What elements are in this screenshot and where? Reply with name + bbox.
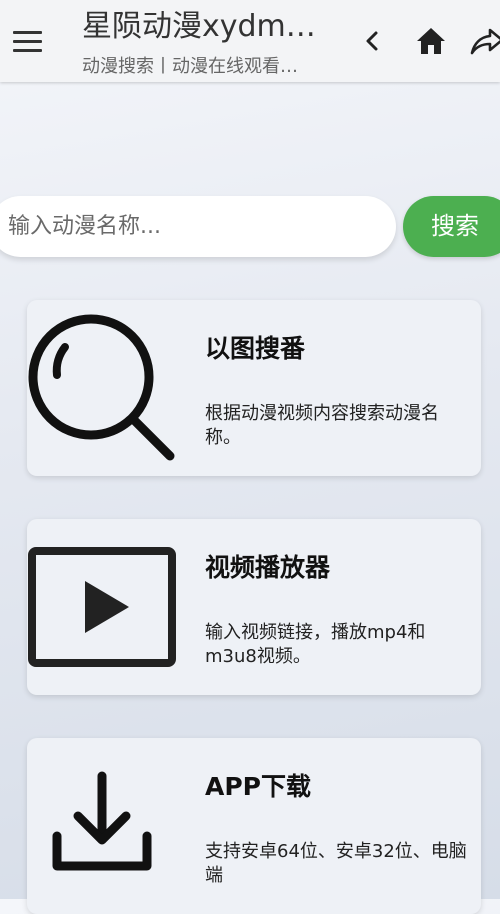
back-icon[interactable] [354, 24, 390, 58]
home-icon[interactable] [413, 24, 449, 58]
search-button[interactable]: 搜索 [403, 196, 500, 257]
card-title: 视频播放器 [205, 553, 331, 582]
page-title: 星陨动漫xydm… [82, 9, 316, 44]
card-title: APP下载 [205, 772, 311, 801]
card-app-download[interactable]: APP下载 支持安卓64位、安卓32位、电脑端 [27, 738, 481, 914]
menu-icon[interactable] [13, 28, 43, 54]
download-icon [27, 738, 177, 914]
card-video-player[interactable]: 视频播放器 输入视频链接，播放mp4和m3u8视频。 [27, 519, 481, 695]
card-description: 根据动漫视频内容搜索动漫名称。 [205, 403, 439, 448]
card-description: 输入视频链接，播放mp4和m3u8视频。 [205, 622, 426, 667]
card-title: 以图搜番 [205, 334, 306, 363]
card-image-search[interactable]: 以图搜番 根据动漫视频内容搜索动漫名称。 [27, 300, 481, 476]
page-subtitle: 动漫搜索丨动漫在线观看… [82, 56, 298, 77]
share-icon[interactable] [470, 24, 500, 58]
search-input[interactable] [0, 196, 396, 257]
play-icon [27, 519, 177, 695]
search-icon [27, 300, 177, 476]
card-description: 支持安卓64位、安卓32位、电脑端 [205, 841, 467, 886]
top-app-bar: 星陨动漫xydm… 动漫搜索丨动漫在线观看… [0, 0, 500, 82]
